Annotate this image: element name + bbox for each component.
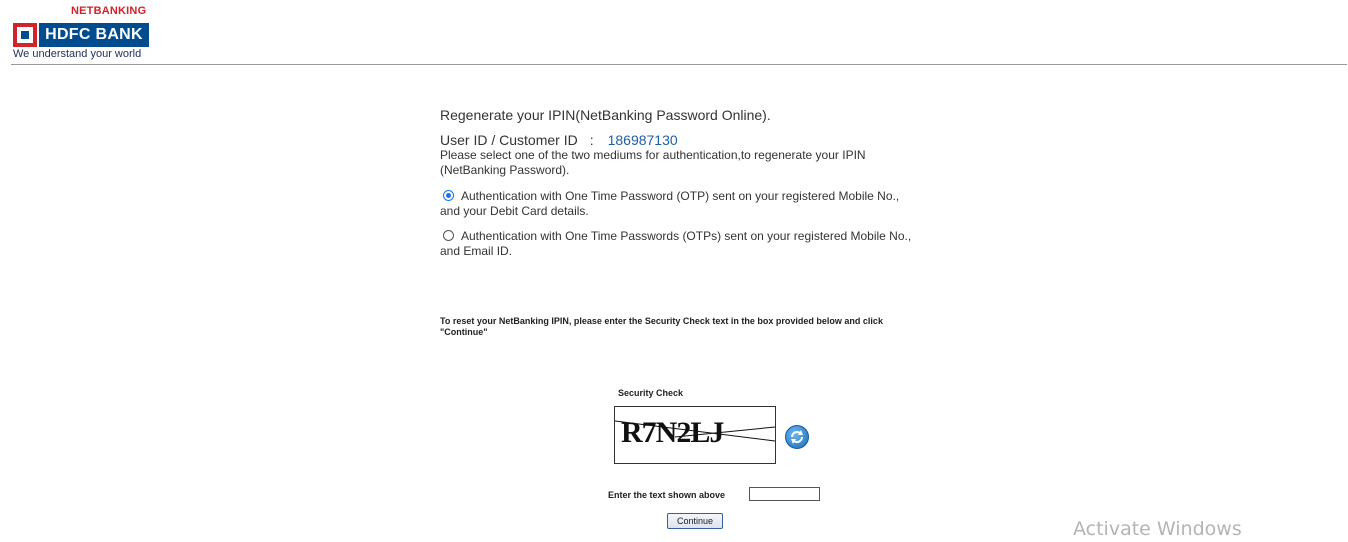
page: NETBANKING HDFC BANK We understand your …	[0, 0, 1348, 542]
hdfc-logo-icon	[13, 23, 37, 47]
hdfc-logo[interactable]: NETBANKING HDFC BANK We understand your …	[13, 4, 153, 62]
captcha-input-label: Enter the text shown above	[608, 490, 726, 500]
option-otp-email-label: Authentication with One Time Passwords (…	[440, 229, 912, 258]
userid-separator: :	[589, 132, 594, 148]
userid-row: User ID / Customer ID:186987130	[440, 132, 940, 148]
captcha-graphic: R7N2LJ	[615, 416, 775, 449]
instruction-text: Please select one of the two mediums for…	[440, 148, 866, 177]
refresh-icon[interactable]	[785, 425, 809, 449]
option-otp-debit-card[interactable]: Authentication with One Time Password (O…	[440, 189, 920, 219]
netbanking-label: NETBANKING	[71, 5, 147, 17]
captcha-image: R7N2LJ	[614, 406, 776, 464]
reset-instruction: To reset your NetBanking IPIN, please en…	[440, 316, 883, 337]
security-check-label: Security Check	[618, 388, 684, 398]
tagline: We understand your world	[13, 48, 142, 60]
radio-otp-debit-card[interactable]	[443, 190, 454, 201]
option-otp-email[interactable]: Authentication with One Time Passwords (…	[440, 229, 920, 259]
captcha-input[interactable]	[749, 487, 820, 501]
radio-otp-email[interactable]	[443, 230, 454, 241]
bank-name: HDFC BANK	[39, 23, 149, 47]
option-otp-debit-card-label: Authentication with One Time Password (O…	[440, 189, 900, 218]
continue-button[interactable]: Continue	[667, 513, 723, 529]
activate-windows-watermark: Activate Windows	[1073, 518, 1242, 540]
page-title: Regenerate your IPIN(NetBanking Password…	[440, 107, 771, 123]
main-content: Regenerate your IPIN(NetBanking Password…	[440, 106, 940, 259]
userid-label: User ID / Customer ID	[440, 132, 578, 148]
userid-value: 186987130	[607, 132, 678, 148]
header-divider	[11, 64, 1347, 65]
